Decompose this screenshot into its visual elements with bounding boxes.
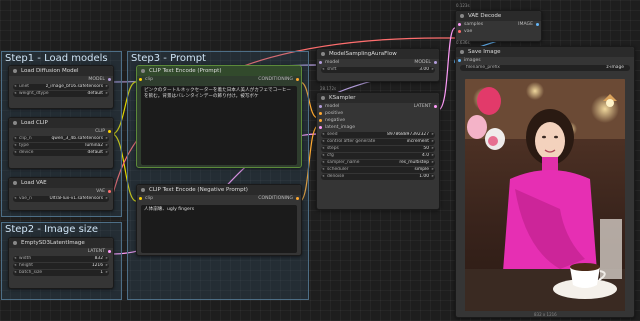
node-load-diffusion-model[interactable]: Load Diffusion Model MODEL ◂ unet z_image_… — [8, 65, 114, 109]
node-title[interactable]: Load CLIP — [9, 118, 113, 128]
io-row: model MODEL — [317, 59, 439, 66]
vae-decode-time-top: 0.123s — [456, 3, 470, 8]
output-image[interactable]: IMAGE — [518, 21, 533, 28]
collapse-dot-icon[interactable] — [13, 181, 17, 185]
group-title: Step1 - Load models — [5, 53, 108, 64]
node-title[interactable]: CLIP Text Encode (Prompt) — [137, 66, 301, 76]
output-latent[interactable]: LATENT — [414, 103, 431, 110]
scheduler-combo[interactable]: ◂ scheduler simple ▸ — [321, 167, 435, 173]
node-title[interactable]: CLIP Text Encode (Negative Prompt) — [137, 185, 301, 195]
control-after-generate-combo[interactable]: ◂ control after generate increment ▸ — [321, 139, 435, 145]
input-images[interactable]: images — [456, 57, 634, 64]
input-vae[interactable]: vae — [456, 28, 541, 35]
node-clip-text-encode-prompt[interactable]: CLIP Text Encode (Prompt) clip CONDITION… — [136, 65, 302, 168]
batch-size-number[interactable]: ◂ batch_size 1 ▸ — [13, 270, 109, 276]
input-clip[interactable]: clip — [137, 77, 153, 82]
collapse-dot-icon[interactable] — [141, 69, 145, 73]
output-latent[interactable]: LATENT — [9, 248, 113, 255]
height-number[interactable]: ◂ height 1216 ▸ — [13, 263, 109, 269]
denoise-number[interactable]: ◂ denoise 1.00 ▸ — [321, 174, 435, 180]
node-clip-text-encode-negative[interactable]: CLIP Text Encode (Negative Prompt) clip … — [136, 184, 302, 256]
collapse-dot-icon[interactable] — [141, 188, 145, 192]
photo-illustration — [465, 79, 625, 311]
collapse-dot-icon[interactable] — [460, 50, 464, 54]
output-clip[interactable]: CLIP — [9, 128, 113, 135]
filename-prefix-field[interactable]: filename_prefix z-image — [460, 65, 630, 71]
node-title[interactable]: Save Image — [456, 47, 634, 57]
node-title[interactable]: VAE Decode — [456, 11, 541, 21]
node-ksampler[interactable]: KSampler model LATENT positive negative … — [316, 92, 440, 210]
input-positive[interactable]: positive — [317, 110, 439, 117]
node-load-clip[interactable]: Load CLIP CLIP ◂ clip_n qwen_3_4b.safetens… — [8, 117, 114, 169]
node-empty-sd3-latent-image[interactable]: EmptySD3LatentImage LATENT ◂ width 832 ▸ ◂ h… — [8, 237, 114, 289]
node-title[interactable]: Load VAE — [9, 178, 113, 188]
output-vae[interactable]: VAE — [9, 188, 113, 195]
output-conditioning[interactable]: CONDITIONING — [258, 195, 293, 202]
node-model-sampling-auraflow[interactable]: ModelSamplingAuraFlow model MODEL ◂ shift… — [316, 48, 440, 82]
vae-decode-time-bottom: 0.636s — [456, 40, 470, 45]
image-size-label: 832 x 1216 — [534, 312, 557, 317]
generated-image-preview — [465, 79, 625, 311]
output-model[interactable]: MODEL — [9, 76, 113, 83]
input-clip[interactable]: clip — [137, 196, 153, 201]
group-title: Step2 - Image size — [5, 224, 98, 235]
collapse-dot-icon[interactable] — [321, 96, 325, 100]
sampler-name-combo[interactable]: ◂ sampler_name res_multistep ▸ — [321, 160, 435, 166]
ksampler-time: 28.172s — [320, 86, 337, 91]
steps-number[interactable]: ◂ steps 50 ▸ — [321, 146, 435, 152]
collapse-dot-icon[interactable] — [13, 241, 17, 245]
node-title[interactable]: KSampler — [317, 93, 439, 103]
io-row: clip CONDITIONING — [137, 195, 301, 202]
node-title[interactable]: EmptySD3LatentImage — [9, 238, 113, 248]
device-combo[interactable]: ◂ device default ▸ — [13, 150, 109, 156]
width-number[interactable]: ◂ width 832 ▸ — [13, 256, 109, 262]
clip-name-combo[interactable]: ◂ clip_n qwen_3_4b.safetensors ▸ — [13, 136, 109, 142]
output-model[interactable]: MODEL — [414, 59, 431, 66]
group-title: Step3 - Prompt — [131, 53, 206, 64]
collapse-dot-icon[interactable] — [321, 52, 325, 56]
vae-name-combo[interactable]: ◂ vae_n UltraFlux-v1.safetensors ▸ — [13, 196, 109, 202]
node-vae-decode[interactable]: VAE Decode samples IMAGE vae — [455, 10, 542, 42]
node-save-image[interactable]: Save Image images filename_prefix z-image — [455, 46, 635, 318]
output-conditioning[interactable]: CONDITIONING — [258, 76, 293, 83]
type-combo[interactable]: ◂ type lumina2 ▸ — [13, 143, 109, 149]
node-title[interactable]: ModelSamplingAuraFlow — [317, 49, 439, 59]
input-samples[interactable]: samples IMAGE — [456, 21, 541, 28]
shift-number[interactable]: ◂ shift 3.00 ▸ — [321, 67, 435, 73]
input-negative[interactable]: negative — [317, 117, 439, 124]
collapse-dot-icon[interactable] — [13, 69, 17, 73]
node-load-vae[interactable]: Load VAE VAE ◂ vae_n UltraFlux-v1.safetens… — [8, 177, 114, 211]
unet-name-combo[interactable]: ◂ unet z_image_bf16.safetensors ▸ — [13, 84, 109, 90]
cfg-number[interactable]: ◂ cfg 4.0 ▸ — [321, 153, 435, 159]
input-model[interactable]: model LATENT — [317, 103, 439, 110]
input-latent-image[interactable]: latent_image — [317, 124, 439, 131]
collapse-dot-icon[interactable] — [13, 121, 17, 125]
input-model[interactable]: model — [317, 60, 339, 65]
prompt-textarea[interactable]: ピンクのタートルネックセーターを着た日本人美人がカフェでコーヒーを飲む。背景はバ… — [141, 86, 297, 165]
latent-wire-out — [437, 27, 456, 111]
weight-dtype-combo[interactable]: ◂ weight_dtype default ▸ — [13, 91, 109, 97]
collapse-dot-icon[interactable] — [460, 14, 464, 18]
node-title[interactable]: Load Diffusion Model — [9, 66, 113, 76]
io-row: clip CONDITIONING — [137, 76, 301, 83]
negative-prompt-textarea[interactable]: 人体崩壊、ugly fingers — [141, 205, 297, 253]
seed-number[interactable]: ◂ seed 897868897392327 ▸ — [321, 132, 435, 138]
